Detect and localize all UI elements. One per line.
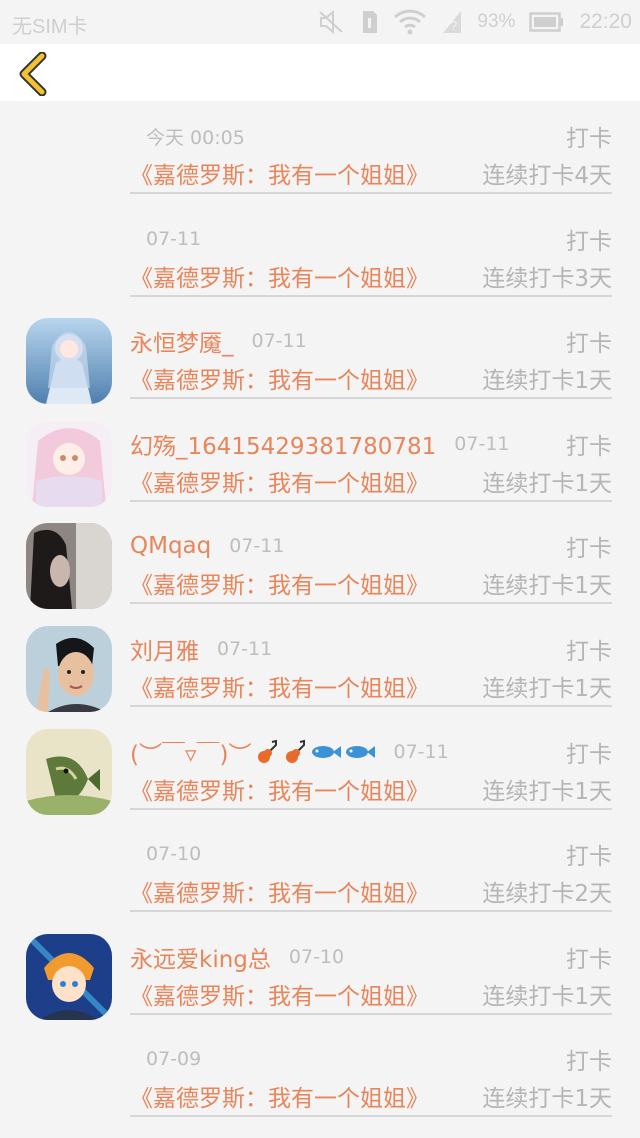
list-item[interactable]: 刘月雅 07-11 打卡 《嘉德罗斯：我有一个姐姐》 连续打卡1天 xyxy=(0,614,640,717)
list-item[interactable]: 幻殇_1641542938178078​1 07-11 打卡 《嘉德罗斯：我有一个… xyxy=(0,409,640,512)
list-item[interactable]: 永恒梦魇_ 07-11 打卡 《嘉德罗斯：我有一个姐姐》 连续打卡1天 xyxy=(0,306,640,409)
divider xyxy=(130,910,612,913)
checkin-feed[interactable]: 今天 00:05 打卡 《嘉德罗斯：我有一个姐姐》 连续打卡4天 07-11 打… xyxy=(0,101,640,1138)
book-title-link[interactable]: 《嘉德罗斯：我有一个姐姐》 xyxy=(130,259,429,293)
streak-label: 连续打卡1天 xyxy=(482,470,612,497)
status-icons: ? 93% 22:20 xyxy=(317,6,632,38)
streak-label: 连续打卡3天 xyxy=(482,265,612,292)
checkin-date: 07-09 xyxy=(146,1048,202,1071)
divider xyxy=(130,807,612,810)
checkin-label: 打卡 xyxy=(566,741,612,768)
checkin-date: 07-11 xyxy=(393,740,449,763)
guitar-icon xyxy=(257,739,277,763)
avatar[interactable] xyxy=(26,523,112,610)
sim-icon xyxy=(361,9,379,35)
book-title-link[interactable]: 《嘉德罗斯：我有一个姐姐》 xyxy=(130,874,429,908)
nav-bar xyxy=(0,44,640,101)
book-title-link[interactable]: 《嘉德罗斯：我有一个姐姐》 xyxy=(130,156,429,190)
username[interactable]: 刘月雅 xyxy=(130,632,199,666)
book-title-link[interactable]: 《嘉德罗斯：我有一个姐姐》 xyxy=(130,566,429,600)
fish-icon xyxy=(345,745,375,758)
carrier-label: 无SIM卡 xyxy=(12,16,88,38)
checkin-date: 今天 00:05 xyxy=(146,126,245,149)
emoji-decoration xyxy=(254,739,376,765)
streak-label: 连续打卡1天 xyxy=(482,675,612,702)
divider xyxy=(130,397,612,400)
list-item[interactable]: 07-09 打卡 《嘉德罗斯：我有一个姐姐》 连续打卡1天 xyxy=(0,1024,640,1127)
avatar[interactable] xyxy=(26,625,112,712)
battery-icon xyxy=(529,11,565,33)
checkin-label: 打卡 xyxy=(566,638,612,665)
list-item[interactable]: 07-10 打卡 《嘉德罗斯：我有一个姐姐》 连续打卡2天 xyxy=(0,819,640,922)
streak-label: 连续打卡1天 xyxy=(482,573,612,600)
username[interactable]: (︶￣▿￣)︶ xyxy=(130,735,252,769)
divider xyxy=(130,1012,612,1015)
checkin-date: 07-10 xyxy=(288,945,345,968)
wifi-icon xyxy=(393,9,427,35)
book-title-link[interactable]: 《嘉德罗斯：我有一个姐姐》 xyxy=(130,361,429,395)
guitar-icon xyxy=(285,739,305,763)
divider xyxy=(130,294,612,297)
streak-label: 连续打卡1天 xyxy=(482,368,612,395)
username[interactable]: 永恒梦魇_ xyxy=(130,324,234,358)
book-title-link[interactable]: 《嘉德罗斯：我有一个姐姐》 xyxy=(130,464,429,498)
avatar[interactable] xyxy=(26,728,112,815)
book-title-link[interactable]: 《嘉德罗斯：我有一个姐姐》 xyxy=(130,1079,429,1113)
list-item[interactable]: 永远爱king总 07-10 打卡 《嘉德罗斯：我有一个姐姐》 连续打卡1天 xyxy=(0,922,640,1025)
checkin-date: 07-10 xyxy=(146,843,202,866)
book-title-link[interactable]: 《嘉德罗斯：我有一个姐姐》 xyxy=(130,669,429,703)
checkin-label: 打卡 xyxy=(566,844,612,871)
book-title-link[interactable]: 《嘉德罗斯：我有一个姐姐》 xyxy=(130,772,429,806)
streak-label: 连续打卡1天 xyxy=(482,983,612,1010)
streak-label: 连续打卡1天 xyxy=(482,778,612,805)
battery-percent: 93% xyxy=(477,11,516,32)
checkin-label: 打卡 xyxy=(566,946,612,973)
streak-label: 连续打卡2天 xyxy=(482,881,612,908)
back-button[interactable] xyxy=(14,51,54,97)
svg-text:?: ? xyxy=(450,18,457,33)
list-item[interactable]: QMqaq 07-11 打卡 《嘉德罗斯：我有一个姐姐》 连续打卡1天 xyxy=(0,511,640,614)
avatar[interactable] xyxy=(26,933,112,1020)
status-bar: 无SIM卡 ? 93% 22:20 xyxy=(0,0,640,44)
username[interactable]: QMqaq xyxy=(130,533,211,559)
checkin-date: 07-11 xyxy=(454,432,510,455)
avatar[interactable] xyxy=(26,420,112,507)
username[interactable]: 永远爱king总 xyxy=(130,940,271,974)
divider xyxy=(130,602,612,605)
checkin-label: 打卡 xyxy=(566,126,612,152)
checkin-label: 打卡 xyxy=(566,536,612,563)
divider xyxy=(130,192,612,194)
checkin-label: 打卡 xyxy=(566,433,612,460)
checkin-date: 07-11 xyxy=(217,637,273,660)
list-item[interactable]: 今天 00:05 打卡 《嘉德罗斯：我有一个姐姐》 连续打卡4天 xyxy=(0,101,640,204)
streak-label: 连续打卡1天 xyxy=(482,1086,612,1113)
streak-label: 连续打卡4天 xyxy=(482,163,612,189)
list-item[interactable]: (︶￣▿￣)︶ 07-11 打卡 《嘉德罗斯：我有一个姐姐》 连续打卡1天 xyxy=(0,717,640,820)
avatar[interactable] xyxy=(26,318,112,405)
checkin-date: 07-11 xyxy=(251,330,307,353)
username[interactable]: 幻殇_1641542938178078​1 xyxy=(130,427,436,461)
checkin-label: 打卡 xyxy=(566,228,612,255)
checkin-date: 07-11 xyxy=(229,535,285,558)
checkin-date: 07-11 xyxy=(146,227,202,250)
list-item[interactable]: 07-11 打卡 《嘉德罗斯：我有一个姐姐》 连续打卡3天 xyxy=(0,204,640,307)
checkin-label: 打卡 xyxy=(566,331,612,358)
fish-icon xyxy=(311,745,341,758)
chevron-left-icon xyxy=(19,51,47,97)
divider xyxy=(130,1115,612,1118)
clock: 22:20 xyxy=(579,10,632,33)
divider xyxy=(130,499,612,502)
book-title-link[interactable]: 《嘉德罗斯：我有一个姐姐》 xyxy=(130,977,429,1011)
checkin-label: 打卡 xyxy=(566,1049,612,1076)
divider xyxy=(130,704,612,707)
no-signal-icon: ? xyxy=(441,9,463,35)
mute-icon xyxy=(317,9,347,35)
